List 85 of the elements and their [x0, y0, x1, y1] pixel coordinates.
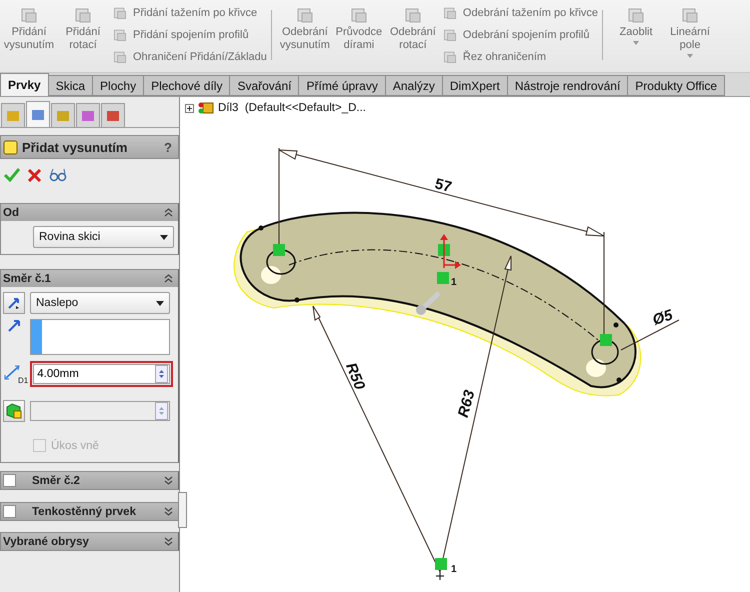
- feature-tool-icon: [442, 49, 458, 65]
- dimension-label[interactable]: 57: [432, 175, 454, 196]
- spin-arrows-icon[interactable]: [155, 402, 168, 420]
- ribbon-tab[interactable]: Plochy: [92, 75, 144, 96]
- reverse-direction-button[interactable]: [3, 292, 25, 314]
- dropdown-caret-icon: [160, 234, 168, 240]
- help-button[interactable]: ?: [164, 140, 172, 154]
- panel-tab[interactable]: [1, 103, 25, 127]
- section-title: Vybrané obrysy: [3, 536, 90, 548]
- collapse-icon[interactable]: [164, 208, 173, 216]
- ribbon-tab[interactable]: Analýzy: [384, 75, 443, 96]
- tree-item[interactable]: Díl3 (Default<<Default>_D...: [218, 102, 366, 114]
- spin-arrows-icon[interactable]: [155, 364, 168, 382]
- toolbar-button[interactable]: Přidání tažením po křivce: [133, 7, 258, 19]
- end-condition-dropdown[interactable]: Naslepo: [30, 292, 170, 314]
- panel-tab[interactable]: [76, 103, 100, 127]
- cancel-x-icon[interactable]: [28, 168, 41, 182]
- expand-icon[interactable]: [164, 536, 173, 546]
- ribbon-tab[interactable]: Produkty Office: [627, 75, 726, 96]
- section-title: Tenkostěnný prvek: [32, 506, 137, 518]
- cube-face-icon: [6, 403, 22, 419]
- feature-tool-icon: [112, 5, 128, 21]
- start-dropdown[interactable]: Rovina skici: [33, 226, 174, 248]
- checkbox-label: Úkos vně: [51, 440, 99, 452]
- dimension-icon-label: D1: [18, 376, 28, 385]
- ribbon-tab[interactable]: Plechové díly: [143, 75, 230, 96]
- ribbon-tab[interactable]: Svařování: [229, 75, 300, 96]
- relation-label: 1: [451, 564, 457, 575]
- section-title: Směr č.2: [32, 474, 81, 486]
- section-header[interactable]: Vybrané obrysy: [1, 533, 178, 550]
- feature-tool-icon: [112, 27, 128, 43]
- ribbon-tab[interactable]: Přímé úpravy: [298, 75, 386, 96]
- offset-field[interactable]: [30, 401, 170, 421]
- expand-tree-icon[interactable]: [185, 104, 194, 112]
- section-checkbox[interactable]: [3, 505, 16, 518]
- ribbon-tab[interactable]: DimXpert: [442, 75, 508, 96]
- relation-label: 1: [451, 277, 457, 288]
- direction-arrow-icon: [7, 319, 21, 333]
- feature-tool-icon: [442, 27, 458, 43]
- feature-title: Přidat vysunutím: [22, 140, 128, 154]
- toolbar-button[interactable]: Řez ohraničením: [462, 51, 546, 63]
- ribbon-tab[interactable]: Prvky: [0, 73, 49, 96]
- ok-check-icon[interactable]: [4, 168, 20, 182]
- section-header[interactable]: Směr č.1: [1, 270, 178, 287]
- toolbar-button[interactable]: Odebrání tažením po křivce: [462, 7, 598, 19]
- panel-tab[interactable]: [51, 103, 75, 127]
- section-checkbox[interactable]: [3, 474, 16, 487]
- feature-tool-icon: [442, 5, 458, 21]
- section-header[interactable]: Tenkostěnný prvek: [1, 503, 178, 520]
- dropdown-arrow-icon[interactable]: [687, 54, 694, 58]
- toolbar-button[interactable]: Lineární pole: [663, 26, 718, 52]
- toolbar-button[interactable]: Přidání spojením profilů: [133, 29, 249, 41]
- toolbar-button[interactable]: Odebrání vysunutím: [278, 26, 332, 52]
- toolbar-button[interactable]: Zaoblit: [620, 26, 653, 39]
- dimension-label[interactable]: R63: [454, 388, 478, 420]
- part-icon: [197, 100, 215, 116]
- section-header[interactable]: Směr č.2: [1, 472, 178, 489]
- toolbar-button[interactable]: Přidání rotací: [56, 26, 110, 52]
- section-title: Od: [3, 206, 20, 218]
- section-title: Směr č.1: [3, 272, 52, 284]
- panel-tab[interactable]: [26, 101, 50, 127]
- face-button[interactable]: [3, 400, 25, 422]
- collapse-icon[interactable]: [164, 274, 173, 282]
- expand-icon[interactable]: [164, 506, 173, 516]
- toolbar-button[interactable]: Ohraničení Přidání/Základu: [133, 51, 267, 63]
- glasses-icon[interactable]: [49, 168, 67, 182]
- dropdown-arrow-icon[interactable]: [633, 41, 640, 45]
- toolbar-button[interactable]: Průvodce dírami: [332, 26, 386, 52]
- section-header[interactable]: Od: [1, 204, 178, 221]
- dropdown-caret-icon: [156, 300, 164, 306]
- panel-collapse-handle[interactable]: [178, 492, 187, 528]
- expand-icon[interactable]: [164, 476, 173, 484]
- panel-tab[interactable]: [101, 103, 125, 127]
- origin-icon: [436, 572, 444, 580]
- ribbon-tab[interactable]: Skica: [48, 75, 94, 96]
- toolbar-button[interactable]: Odebrání rotací: [386, 26, 440, 52]
- toolbar-button[interactable]: Přidání vysunutím: [2, 26, 56, 52]
- direction-list-field[interactable]: [30, 319, 170, 355]
- toolbar-button[interactable]: Odebrání spojením profilů: [462, 29, 590, 41]
- arrows-icon: [7, 296, 21, 310]
- dimension-label[interactable]: R50: [342, 360, 368, 392]
- dimension-label[interactable]: Ø5: [650, 306, 675, 329]
- ribbon-tab[interactable]: Nástroje rendrování: [506, 75, 628, 96]
- feature-tool-icon: [112, 49, 128, 65]
- cube-icon: [3, 140, 18, 154]
